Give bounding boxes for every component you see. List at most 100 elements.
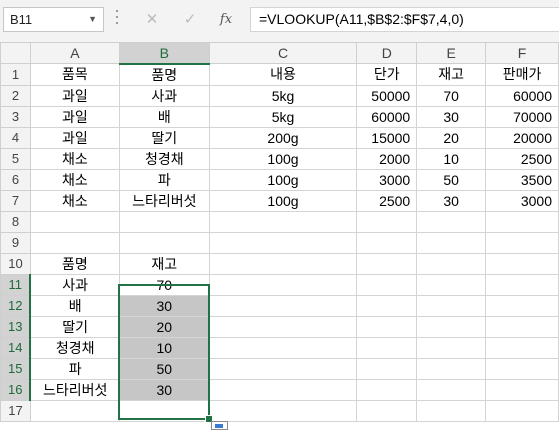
cell-d17[interactable] (356, 399, 418, 422)
cell-a7[interactable]: 채소 (29, 189, 120, 212)
row-header-12[interactable]: 12 (0, 294, 32, 317)
cell-b15[interactable]: 50 (118, 357, 210, 380)
cell-b7[interactable]: 느타리버섯 (118, 189, 210, 212)
chevron-down-icon[interactable]: ▼ (88, 8, 97, 31)
row-header-15[interactable]: 15 (0, 357, 32, 380)
cell-a17[interactable] (29, 399, 120, 422)
select-all-corner[interactable] (0, 42, 31, 64)
cell-f6[interactable]: 3500 (485, 168, 559, 191)
cancel-icon[interactable]: ✕ (137, 7, 167, 32)
cell-c6[interactable]: 100g (208, 168, 358, 191)
cell-b12[interactable]: 30 (118, 294, 210, 317)
cell-f17[interactable] (485, 399, 559, 422)
cell-f14[interactable] (485, 336, 559, 359)
cell-d10[interactable] (356, 252, 418, 275)
cell-e3[interactable]: 30 (416, 105, 487, 128)
cell-d15[interactable] (356, 357, 418, 380)
cell-b9[interactable] (118, 231, 210, 254)
cell-e7[interactable]: 30 (416, 189, 487, 212)
cell-a11[interactable]: 사과 (29, 273, 120, 296)
row-header-4[interactable]: 4 (0, 126, 31, 149)
cell-a3[interactable]: 과일 (29, 105, 120, 128)
cell-f15[interactable] (485, 357, 559, 380)
row-header-1[interactable]: 1 (0, 63, 31, 86)
cell-c16[interactable] (208, 378, 358, 401)
cell-a14[interactable]: 청경채 (29, 336, 120, 359)
cell-f13[interactable] (485, 315, 559, 338)
cell-d3[interactable]: 60000 (356, 105, 418, 128)
cell-a12[interactable]: 배 (29, 294, 120, 317)
cell-c8[interactable] (208, 210, 358, 233)
cell-f4[interactable]: 20000 (485, 126, 559, 149)
cell-b16[interactable]: 30 (118, 378, 210, 401)
cell-a9[interactable] (29, 231, 120, 254)
cell-b6[interactable]: 파 (118, 168, 210, 191)
cell-c15[interactable] (208, 357, 358, 380)
cell-b5[interactable]: 청경채 (118, 147, 210, 170)
cell-d9[interactable] (356, 231, 418, 254)
cell-c4[interactable]: 200g (208, 126, 358, 149)
cell-c10[interactable] (208, 252, 358, 275)
cell-e16[interactable] (416, 378, 487, 401)
cell-b4[interactable]: 딸기 (118, 126, 210, 149)
column-header-d[interactable]: D (356, 42, 418, 64)
row-header-17[interactable]: 17 (0, 399, 31, 422)
cell-e11[interactable] (416, 273, 487, 296)
cell-e12[interactable] (416, 294, 487, 317)
cell-f1[interactable]: 판매가 (485, 63, 559, 86)
cell-f12[interactable] (485, 294, 559, 317)
row-header-11[interactable]: 11 (0, 273, 32, 296)
cell-d2[interactable]: 50000 (356, 84, 418, 107)
cell-c9[interactable] (208, 231, 358, 254)
cell-a13[interactable]: 딸기 (29, 315, 120, 338)
quick-analysis-icon[interactable] (211, 421, 228, 430)
cell-a16[interactable]: 느타리버섯 (29, 378, 120, 401)
cell-b17[interactable] (118, 399, 210, 422)
cell-a5[interactable]: 채소 (29, 147, 120, 170)
cell-b8[interactable] (118, 210, 210, 233)
insert-function-icon[interactable]: fx (211, 7, 241, 32)
cell-e17[interactable] (416, 399, 487, 422)
column-header-a[interactable]: A (29, 42, 120, 64)
cell-f8[interactable] (485, 210, 559, 233)
cell-e8[interactable] (416, 210, 487, 233)
cell-c7[interactable]: 100g (208, 189, 358, 212)
cell-c3[interactable]: 5kg (208, 105, 358, 128)
cell-d7[interactable]: 2500 (356, 189, 418, 212)
row-header-2[interactable]: 2 (0, 84, 31, 107)
cell-a1[interactable]: 품목 (29, 63, 120, 86)
cell-a15[interactable]: 파 (29, 357, 120, 380)
cell-a10[interactable]: 품명 (29, 252, 120, 275)
cell-d1[interactable]: 단가 (356, 63, 418, 86)
row-header-8[interactable]: 8 (0, 210, 31, 233)
cell-b3[interactable]: 배 (118, 105, 210, 128)
cell-b10[interactable]: 재고 (118, 252, 210, 275)
cell-b2[interactable]: 사과 (118, 84, 210, 107)
cell-b1[interactable]: 품명 (118, 63, 210, 86)
cell-c2[interactable]: 5kg (208, 84, 358, 107)
cell-e15[interactable] (416, 357, 487, 380)
splitter-handle[interactable] (116, 10, 118, 32)
cell-f10[interactable] (485, 252, 559, 275)
cell-d6[interactable]: 3000 (356, 168, 418, 191)
column-header-e[interactable]: E (416, 42, 487, 64)
cell-d4[interactable]: 15000 (356, 126, 418, 149)
row-header-7[interactable]: 7 (0, 189, 31, 212)
cell-d16[interactable] (356, 378, 418, 401)
cell-e14[interactable] (416, 336, 487, 359)
cell-d11[interactable] (356, 273, 418, 296)
cell-d12[interactable] (356, 294, 418, 317)
name-box[interactable]: B11 ▼ (3, 7, 104, 32)
row-header-16[interactable]: 16 (0, 378, 32, 401)
cell-e1[interactable]: 재고 (416, 63, 487, 86)
cell-a6[interactable]: 채소 (29, 168, 120, 191)
row-header-13[interactable]: 13 (0, 315, 32, 338)
cell-c5[interactable]: 100g (208, 147, 358, 170)
cell-b14[interactable]: 10 (118, 336, 210, 359)
cell-e5[interactable]: 10 (416, 147, 487, 170)
cell-b13[interactable]: 20 (118, 315, 210, 338)
cell-a8[interactable] (29, 210, 120, 233)
column-header-f[interactable]: F (485, 42, 559, 64)
cell-f9[interactable] (485, 231, 559, 254)
row-header-3[interactable]: 3 (0, 105, 31, 128)
